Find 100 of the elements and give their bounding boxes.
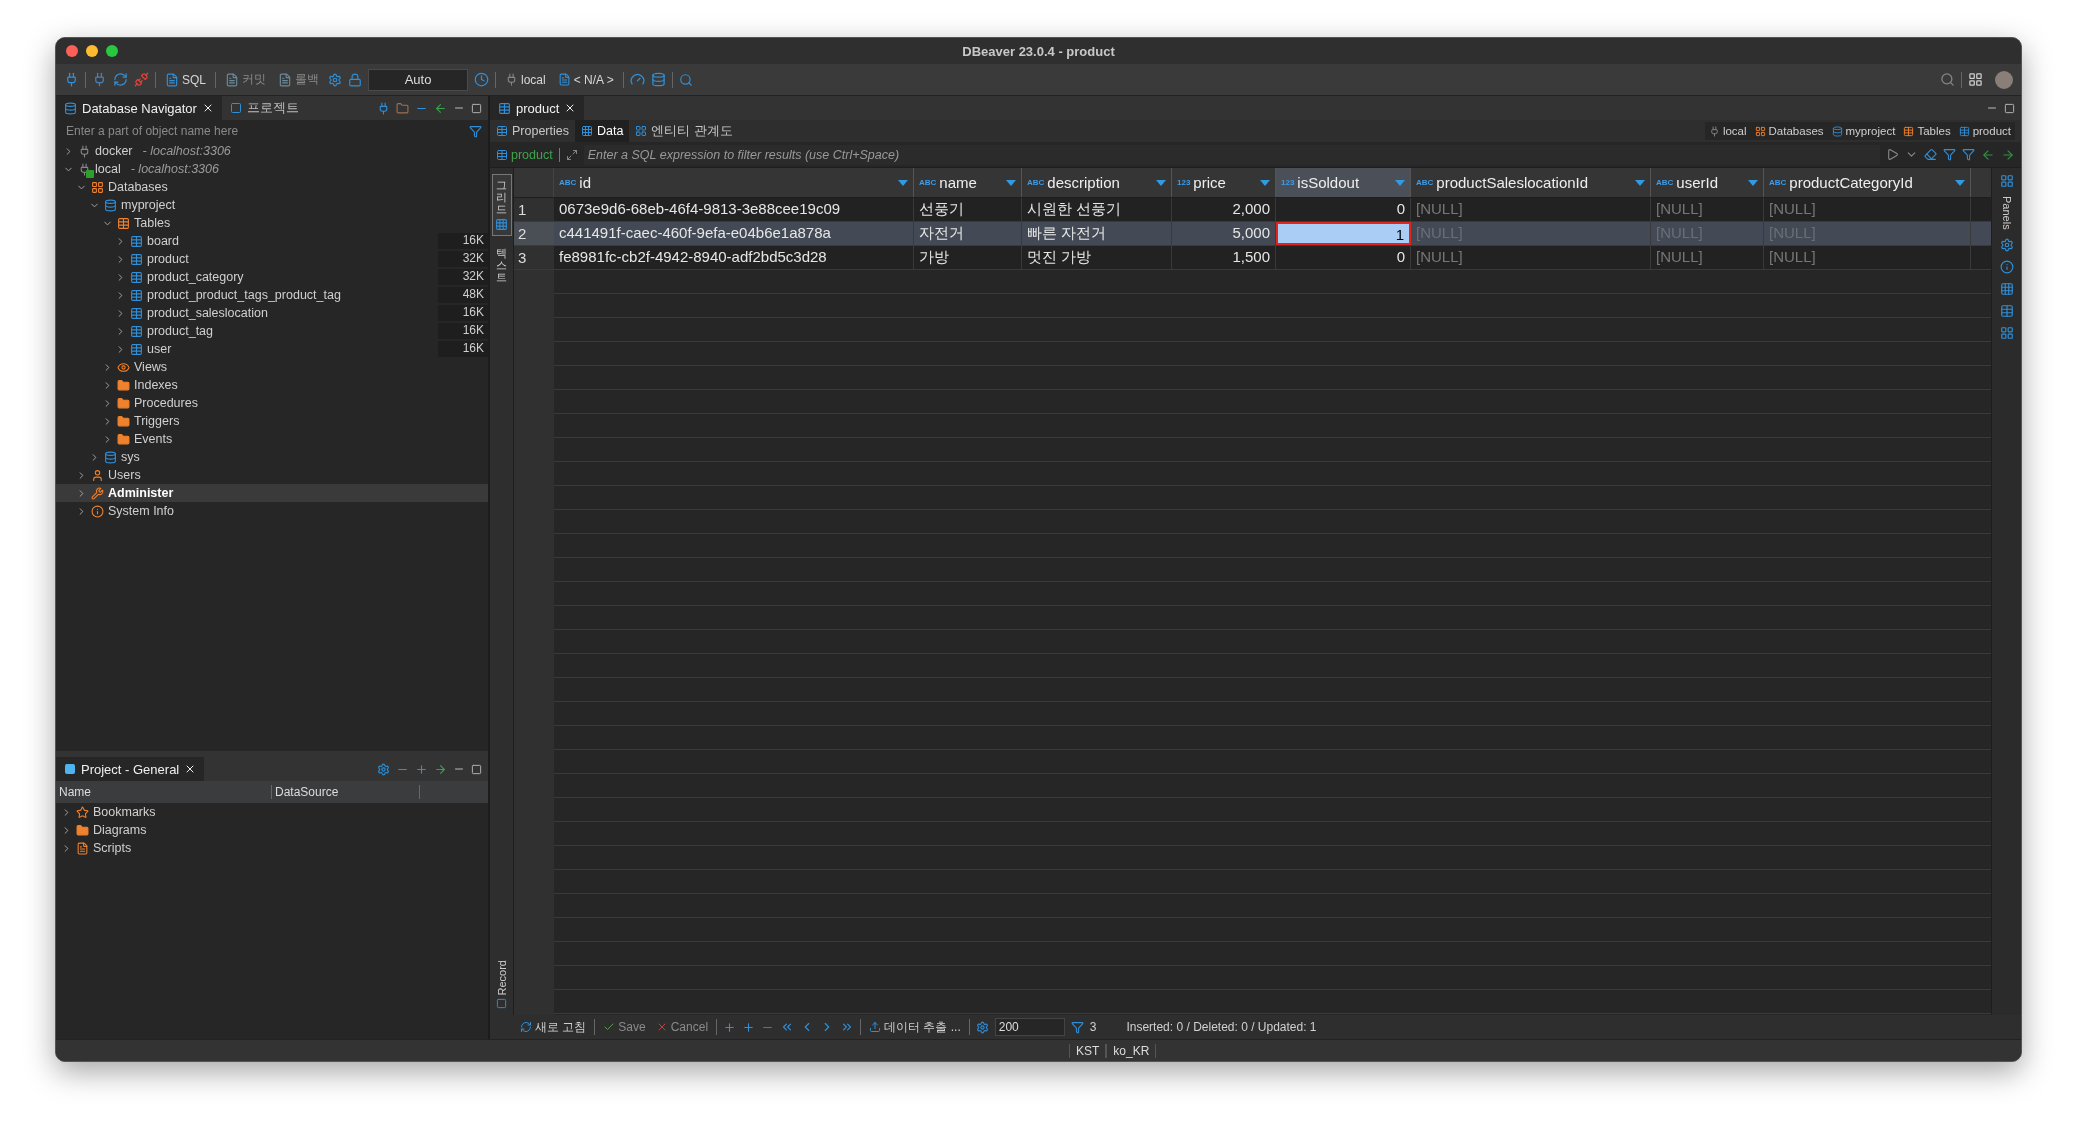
maximize-icon[interactable] bbox=[471, 763, 482, 775]
zoom-window-button[interactable] bbox=[106, 45, 118, 57]
panel-tab[interactable]: Project - General bbox=[56, 757, 205, 781]
sort-arrow-icon[interactable] bbox=[898, 179, 908, 186]
record-mode-button[interactable]: Record bbox=[495, 959, 508, 1009]
tree-item[interactable]: Views bbox=[56, 358, 488, 376]
sort-arrow-icon[interactable] bbox=[1006, 179, 1016, 186]
sort-arrow-icon[interactable] bbox=[1748, 179, 1758, 186]
tree-item[interactable]: local - localhost:3306 bbox=[56, 160, 488, 178]
filter-icon[interactable] bbox=[1962, 148, 1975, 161]
table-cell[interactable]: 자전거 bbox=[914, 222, 1022, 245]
tree-item[interactable]: product_tag 16K bbox=[56, 322, 488, 340]
table-cell[interactable]: fe8981fc-cb2f-4942-8940-adf2bd5c3d28 bbox=[554, 246, 914, 269]
tree-item[interactable]: Scripts bbox=[56, 839, 488, 857]
tree-item[interactable]: board 16K bbox=[56, 232, 488, 250]
table-cell[interactable]: 0 bbox=[1276, 198, 1411, 221]
sql-editor-button[interactable]: SQL bbox=[162, 70, 209, 89]
export-button[interactable]: 데이터 추출 ... bbox=[867, 1018, 963, 1036]
table-cell[interactable]: 0 bbox=[1276, 246, 1411, 269]
tree-item[interactable]: Events bbox=[56, 430, 488, 448]
editor-subtab[interactable]: Properties bbox=[490, 120, 575, 142]
table-cell[interactable]: 1,500 bbox=[1172, 246, 1276, 269]
table-cell[interactable]: [NULL] bbox=[1764, 246, 1971, 269]
maximize-icon[interactable] bbox=[2004, 102, 2015, 114]
gear-icon[interactable] bbox=[1999, 237, 2014, 252]
filter-icon[interactable] bbox=[469, 124, 482, 138]
gauge-icon[interactable] bbox=[629, 72, 645, 87]
editing-cell[interactable]: 1 bbox=[1276, 222, 1411, 245]
copy-row-icon[interactable] bbox=[742, 1020, 756, 1034]
tree-item[interactable]: Triggers bbox=[56, 412, 488, 430]
breadcrumb-item[interactable]: myproject bbox=[1831, 125, 1896, 137]
gear-icon[interactable] bbox=[328, 72, 342, 87]
table-cell[interactable]: 시원한 선풍기 bbox=[1022, 198, 1172, 221]
table-cell[interactable]: 멋진 가방 bbox=[1022, 246, 1172, 269]
sort-arrow-icon[interactable] bbox=[1395, 179, 1405, 186]
avatar[interactable] bbox=[1995, 70, 2013, 89]
history-icon[interactable] bbox=[474, 72, 489, 87]
datasource-selector[interactable]: local bbox=[502, 70, 549, 89]
refresh-button[interactable]: 새로 고침 bbox=[518, 1018, 589, 1036]
tree-item[interactable]: Administer bbox=[56, 484, 488, 502]
gear-icon[interactable] bbox=[975, 1020, 989, 1034]
tree-item[interactable]: Databases bbox=[56, 178, 488, 196]
table-cell[interactable]: 2,000 bbox=[1172, 198, 1276, 221]
fetch-size-field[interactable]: 200 bbox=[994, 1018, 1065, 1036]
search-icon[interactable] bbox=[1940, 72, 1955, 87]
add-row-icon[interactable] bbox=[723, 1020, 737, 1034]
tree-item[interactable]: System Info bbox=[56, 502, 488, 520]
breadcrumb-item[interactable]: Tables bbox=[1903, 125, 1951, 137]
unplug-icon[interactable] bbox=[134, 72, 149, 87]
table-cell[interactable]: [NULL] bbox=[1411, 198, 1651, 221]
table-row[interactable]: 1 0673e9d6-68eb-46f4-9813-3e88cee19c09 선풍기 시원한 선풍기 2,000 0 [NULL] [NULL] [NULL] bbox=[514, 198, 1991, 222]
object-filter-field[interactable]: Enter a part of object name here bbox=[64, 123, 469, 139]
table-cell[interactable]: 선풍기 bbox=[914, 198, 1022, 221]
breadcrumb-item[interactable]: Databases bbox=[1754, 125, 1824, 137]
table-cell[interactable]: 0673e9d6-68eb-46f4-9813-3e88cee19c09 bbox=[554, 198, 914, 221]
tree-item[interactable]: docker - localhost:3306 bbox=[56, 142, 488, 160]
table-cell[interactable]: c441491f-caec-460f-9efa-e04b6e1a878a bbox=[554, 222, 914, 245]
plug-icon[interactable] bbox=[64, 72, 79, 87]
plug-icon[interactable] bbox=[92, 72, 107, 87]
table-icon[interactable] bbox=[1999, 303, 2014, 318]
tree-item[interactable]: user 16K bbox=[56, 340, 488, 358]
column-header[interactable]: Name bbox=[56, 785, 272, 799]
breadcrumb-item[interactable]: product bbox=[1958, 125, 2011, 137]
tree-item[interactable]: product_saleslocation 16K bbox=[56, 304, 488, 322]
plus-icon[interactable] bbox=[415, 762, 428, 776]
tree-item[interactable]: product_category 32K bbox=[56, 268, 488, 286]
tree-item[interactable]: Bookmarks bbox=[56, 803, 488, 821]
sql-filter-field[interactable]: Enter a SQL expression to filter results (use Ctrl+Space) bbox=[583, 144, 1880, 165]
minimize-window-button[interactable] bbox=[86, 45, 98, 57]
close-window-button[interactable] bbox=[66, 45, 78, 57]
panel-tab[interactable]: 프로젝트 bbox=[221, 96, 307, 120]
table-cell[interactable]: [NULL] bbox=[1651, 198, 1764, 221]
save-button[interactable]: Save bbox=[601, 1020, 648, 1034]
editor-tab[interactable]: product bbox=[490, 96, 585, 120]
expand-icon[interactable] bbox=[565, 148, 578, 161]
folder-icon[interactable] bbox=[396, 101, 409, 115]
lock-icon[interactable] bbox=[348, 72, 362, 87]
table-cell[interactable]: 빠른 자전거 bbox=[1022, 222, 1172, 245]
link-icon[interactable] bbox=[434, 101, 447, 115]
tree-item[interactable]: Diagrams bbox=[56, 821, 488, 839]
transaction-mode-box[interactable]: Auto bbox=[368, 68, 468, 91]
sort-arrow-icon[interactable] bbox=[1635, 179, 1645, 186]
panels-icon[interactable] bbox=[1999, 174, 2014, 188]
sort-arrow-icon[interactable] bbox=[1156, 179, 1166, 186]
tree-item[interactable]: product_product_tags_product_tag 48K bbox=[56, 286, 488, 304]
tree-item[interactable]: Indexes bbox=[56, 376, 488, 394]
filter-icon[interactable] bbox=[1070, 1020, 1084, 1034]
cancel-button[interactable]: Cancel bbox=[653, 1020, 711, 1034]
editor-subtab[interactable]: 엔티티 관계도 bbox=[629, 120, 739, 142]
tree-item[interactable]: Tables bbox=[56, 214, 488, 232]
database-icon[interactable] bbox=[650, 72, 666, 87]
view-mode-tab[interactable]: 텍스트 bbox=[491, 242, 512, 289]
tree-item[interactable]: Procedures bbox=[56, 394, 488, 412]
sort-arrow-icon[interactable] bbox=[1260, 179, 1270, 186]
play-icon[interactable] bbox=[1886, 148, 1899, 161]
breadcrumb-item[interactable]: local bbox=[1708, 125, 1747, 137]
column-header[interactable]: DataSource bbox=[272, 785, 420, 799]
search-icon[interactable] bbox=[678, 72, 693, 87]
tree-item[interactable]: product 32K bbox=[56, 250, 488, 268]
eraser-icon[interactable] bbox=[1924, 148, 1937, 161]
